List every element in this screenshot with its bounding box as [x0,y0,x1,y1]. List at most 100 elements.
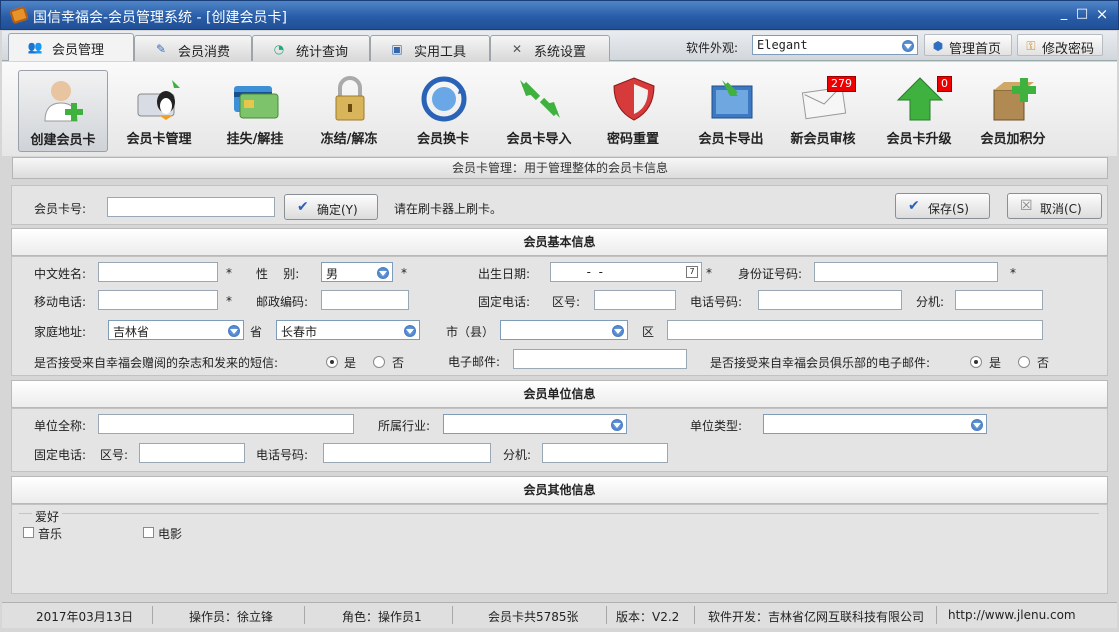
cancel-button[interactable]: ☒ 取消(C) [1007,193,1102,219]
address-label: 家庭地址: [34,325,87,339]
change-password-button[interactable]: ⚿ 修改密码 [1017,34,1103,57]
skin-select[interactable]: Elegant [752,35,918,55]
sms-yes-radio[interactable] [326,356,338,368]
district-input[interactable] [667,320,1043,340]
calendar-icon[interactable]: 7 [686,266,698,278]
status-separator [452,606,453,624]
company-extension-input[interactable] [542,443,668,463]
tab-member-management[interactable]: 👥 会员管理 [8,33,134,61]
card-number-label: 会员卡号: [34,202,87,216]
company-name-input[interactable] [98,414,354,434]
minimize-button[interactable]: _ [1055,6,1073,22]
maximize-button[interactable]: □ [1073,6,1091,22]
skin-label: 软件外观: [686,41,739,55]
toolbar-new-member-review[interactable]: 279 新会员审核 [778,70,868,152]
gender-label: 性 别: [256,267,300,281]
id-number-input[interactable] [814,262,998,282]
county-label: 市（县） [446,325,495,339]
name-label: 中文姓名: [34,267,87,281]
name-input[interactable] [98,262,218,282]
save-label: 保存(S) [928,202,969,216]
hobby-music-checkbox[interactable] [23,527,34,538]
tab-label: 系统设置 [534,45,587,60]
card-manage-icon [137,80,180,120]
hobby-movie-checkbox[interactable] [143,527,154,538]
toolbar-export[interactable]: 会员卡导出 [686,70,776,152]
password-label: 修改密码 [1042,42,1095,57]
gender-select[interactable]: 男 [321,262,393,282]
postcode-input[interactable] [321,290,409,310]
email-yes-label: 是 [989,356,1002,370]
toolbar-label: 会员加积分 [980,132,1046,147]
card-number-row: 会员卡号: ✔ 确定(Y) 请在刷卡器上刷卡。 ✔ 保存(S) ☒ 取消(C) [11,185,1108,225]
tab-settings[interactable]: ✕ 系统设置 [490,35,610,61]
company-phone-number-input[interactable] [323,443,491,463]
province-label: 省 [250,325,263,339]
industry-select[interactable] [443,414,627,434]
save-button[interactable]: ✔ 保存(S) [895,193,990,219]
home-label: 管理首页 [949,42,1002,57]
hobby-label: 爱好 [32,508,63,525]
toolbar-card-management[interactable]: 会员卡管理 [114,70,204,152]
chevron-down-icon [902,40,914,52]
city-select[interactable]: 长春市 [276,320,420,340]
required-mark: * [706,266,712,280]
status-separator [606,606,607,624]
hobby-music-label: 音乐 [38,527,63,541]
mobile-input[interactable] [98,290,218,310]
card-number-input[interactable] [107,197,275,217]
shield-icon [613,77,655,121]
area-code-input[interactable] [594,290,676,310]
status-separator [694,606,695,624]
swipe-hint: 请在刷卡器上刷卡。 [394,202,503,216]
phone-number-input[interactable] [758,290,902,310]
county-select[interactable] [500,320,628,340]
company-name-label: 单位全称: [34,419,87,433]
tab-statistics[interactable]: ◔ 统计查询 [252,35,370,61]
toolbar-import[interactable]: 会员卡导入 [494,70,584,152]
broom-icon: ✎ [155,42,167,56]
toolbar-report-loss[interactable]: 挂失/解挂 [210,70,300,152]
home-button[interactable]: ⬢ 管理首页 [924,34,1012,57]
close-button[interactable]: × [1093,6,1111,22]
extension-label: 分机: [916,295,945,309]
toolbar-password-reset[interactable]: 密码重置 [588,70,678,152]
toolbar-freeze[interactable]: 冻结/解冻 [304,70,394,152]
chevron-down-icon [971,419,983,431]
email-yes-radio[interactable] [970,356,982,368]
create-card-icon [44,81,83,122]
import-icon [520,80,560,118]
swap-card-icon [421,76,467,122]
email-input[interactable] [513,349,687,369]
toolbar-create-card[interactable]: 创建会员卡 [18,70,108,152]
required-mark: * [1010,266,1016,280]
app-icon [9,5,29,25]
upgrade-count-badge: 0 [937,76,952,92]
tab-tools[interactable]: ▣ 实用工具 [370,35,490,61]
extension-input[interactable] [955,290,1043,310]
confirm-button[interactable]: ✔ 确定(Y) [284,194,378,220]
status-url[interactable]: http://www.jlenu.com [948,608,1076,622]
toolbar-swap-card[interactable]: 会员换卡 [398,70,488,152]
tab-member-consumption[interactable]: ✎ 会员消费 [134,35,252,61]
toolbar-label: 会员换卡 [416,132,469,147]
province-select[interactable]: 吉林省 [108,320,244,340]
phone-label: 固定电话: [478,295,531,309]
birth-date-picker[interactable]: - - 7 [550,262,702,282]
sms-no-radio[interactable] [373,356,385,368]
info-bar: 会员卡管理：用于管理整体的会员卡信息 [12,157,1108,179]
export-icon [711,80,753,119]
cancel-icon: ☒ [1020,198,1033,214]
status-role: 角色：操作员1 [342,610,422,624]
email-no-radio[interactable] [1018,356,1030,368]
chart-icon: ◔ [273,42,285,56]
toolbar-label: 密码重置 [606,132,659,147]
other-info-panel: 爱好 音乐 电影 [11,504,1108,594]
company-area-code-input[interactable] [139,443,245,463]
company-type-select[interactable] [763,414,987,434]
chevron-down-icon [611,419,623,431]
lock-icon [335,76,365,121]
toolbar-add-points[interactable]: 会员加积分 [968,70,1058,152]
toolbar-upgrade[interactable]: 0 会员卡升级 [874,70,964,152]
skin-value: Elegant [757,38,808,52]
